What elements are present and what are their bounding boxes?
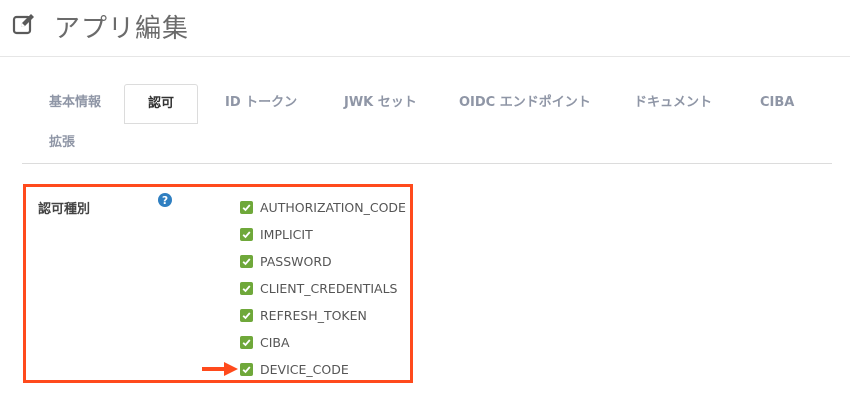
grant-option-ciba[interactable]: CIBA xyxy=(240,333,290,351)
checkbox-checked-icon[interactable] xyxy=(240,227,253,241)
checkbox-checked-icon[interactable] xyxy=(240,200,253,214)
checkbox-checked-icon[interactable] xyxy=(240,362,253,376)
tab-id-token[interactable]: ID トークン xyxy=(225,84,297,122)
grant-option-implicit[interactable]: IMPLICIT xyxy=(240,225,313,243)
grant-option-refresh-token[interactable]: REFRESH_TOKEN xyxy=(240,306,367,324)
checkbox-checked-icon[interactable] xyxy=(240,281,253,295)
checkbox-checked-icon[interactable] xyxy=(240,254,253,268)
grant-option-label: PASSWORD xyxy=(260,253,332,269)
grant-types-label: 認可種別 xyxy=(38,202,91,217)
grant-option-label: AUTHORIZATION_CODE xyxy=(260,199,406,215)
tab-ciba[interactable]: CIBA xyxy=(760,84,794,122)
svg-text:?: ? xyxy=(162,195,168,207)
checkbox-checked-icon[interactable] xyxy=(240,335,253,349)
question-circle-icon[interactable]: ? xyxy=(158,193,172,207)
grant-option-authorization-code[interactable]: AUTHORIZATION_CODE xyxy=(240,198,406,216)
grant-option-label: CIBA xyxy=(260,334,290,350)
grant-option-label: CLIENT_CREDENTIALS xyxy=(260,280,398,296)
page-title: アプリ編集 xyxy=(54,14,190,44)
grant-option-label: REFRESH_TOKEN xyxy=(260,307,367,323)
app-edit-page: アプリ編集 基本情報 認可 ID トークン JWK セット OIDC エンドポイ… xyxy=(0,0,850,395)
tab-basic-info[interactable]: 基本情報 xyxy=(49,84,101,122)
tab-documents[interactable]: ドキュメント xyxy=(634,84,712,122)
tab-extension[interactable]: 拡張 xyxy=(49,124,75,162)
tab-authorization[interactable]: 認可 xyxy=(124,84,198,124)
checkbox-checked-icon[interactable] xyxy=(240,308,253,322)
grant-option-label: DEVICE_CODE xyxy=(260,361,349,377)
tabs-divider xyxy=(22,163,832,164)
page-header: アプリ編集 xyxy=(0,0,850,57)
tab-jwk-set[interactable]: JWK セット xyxy=(344,84,417,122)
grant-option-client-credentials[interactable]: CLIENT_CREDENTIALS xyxy=(240,279,397,297)
edit-icon xyxy=(12,14,34,35)
grant-option-label: IMPLICIT xyxy=(260,226,313,242)
grant-option-password[interactable]: PASSWORD xyxy=(240,252,332,270)
arrow-right-icon xyxy=(202,362,238,376)
grant-option-device-code[interactable]: DEVICE_CODE xyxy=(240,360,349,378)
tab-oidc-endpoints[interactable]: OIDC エンドポイント xyxy=(459,84,591,122)
